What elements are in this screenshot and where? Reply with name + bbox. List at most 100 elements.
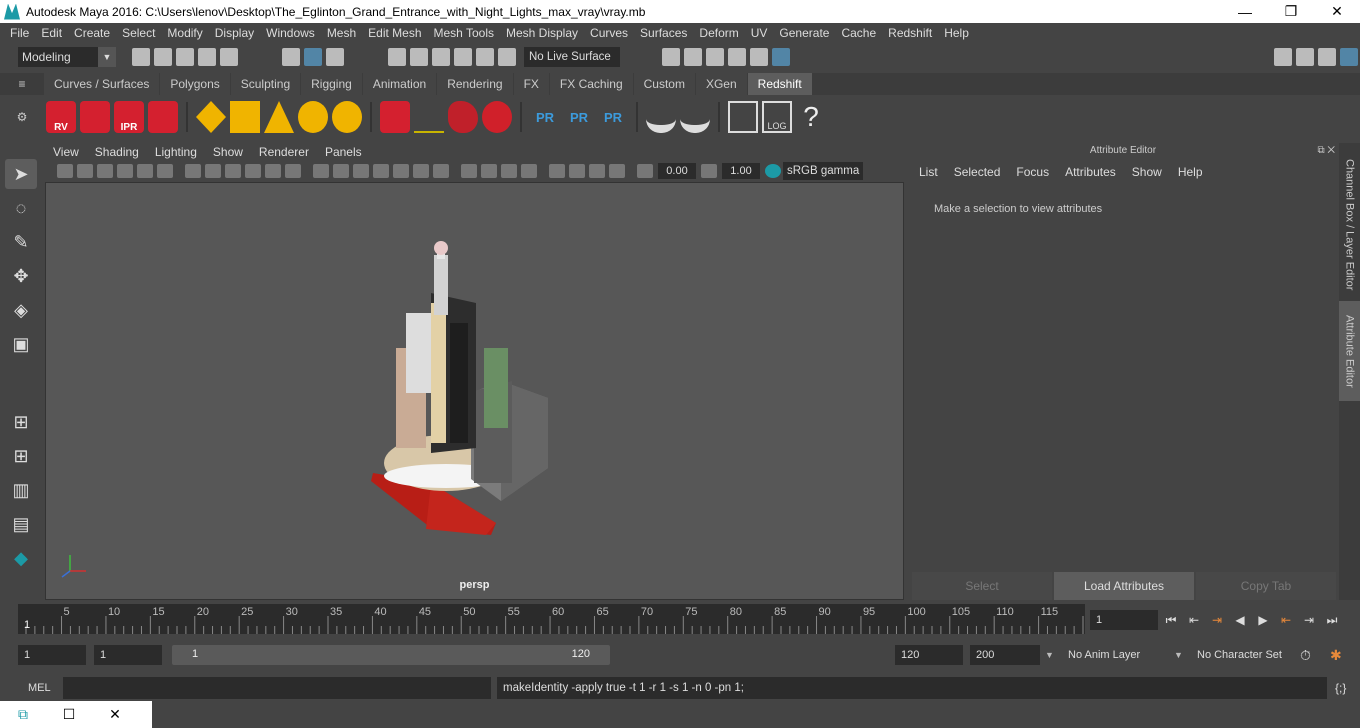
- four-view-icon[interactable]: ⊞: [5, 441, 37, 471]
- viewport-menu-panels[interactable]: Panels: [317, 145, 370, 159]
- menu-modify[interactable]: Modify: [161, 26, 208, 40]
- menu-surfaces[interactable]: Surfaces: [634, 26, 693, 40]
- save-scene-icon[interactable]: [176, 47, 194, 66]
- redshift-sphere-icon[interactable]: [482, 101, 512, 133]
- play-forwards-icon[interactable]: ▶: [1253, 610, 1273, 630]
- step-back-key-icon[interactable]: ⇤: [1184, 610, 1204, 630]
- ipr-render-icon[interactable]: [706, 47, 724, 66]
- menu-mesh[interactable]: Mesh: [321, 26, 362, 40]
- tab-animation[interactable]: Animation: [362, 73, 437, 95]
- shaded-wireframe-icon[interactable]: [353, 164, 369, 178]
- move-tool-icon[interactable]: ✥: [5, 261, 37, 291]
- attr-menu-focus[interactable]: Focus: [1010, 165, 1055, 179]
- paint-select-icon[interactable]: ✎: [5, 227, 37, 257]
- menu-edit-mesh[interactable]: Edit Mesh: [362, 26, 427, 40]
- menu-redshift[interactable]: Redshift: [882, 26, 938, 40]
- step-back-frame-icon[interactable]: ⇥: [1207, 610, 1227, 630]
- menu-edit[interactable]: Edit: [35, 26, 68, 40]
- attr-menu-list[interactable]: List: [913, 165, 944, 179]
- maximize-button[interactable]: ❐: [1268, 0, 1314, 23]
- textured-icon[interactable]: [393, 164, 409, 178]
- menu-windows[interactable]: Windows: [260, 26, 321, 40]
- maximize-window-icon[interactable]: ☐: [46, 706, 92, 723]
- default-material-icon[interactable]: [373, 164, 389, 178]
- menu-file[interactable]: File: [4, 26, 35, 40]
- snap-point-icon[interactable]: [432, 47, 450, 66]
- menu-curves[interactable]: Curves: [584, 26, 634, 40]
- redshift-material-alt-icon[interactable]: [680, 101, 710, 133]
- viewport-menu-view[interactable]: View: [45, 145, 87, 159]
- pr-export-icon[interactable]: PR: [564, 101, 594, 133]
- camera-lock-icon[interactable]: [77, 164, 93, 178]
- tab-rigging[interactable]: Rigging: [301, 73, 362, 95]
- outliner-layout-icon[interactable]: ▤: [5, 509, 37, 539]
- minimize-button[interactable]: —: [1222, 0, 1268, 23]
- viewport-menu-lighting[interactable]: Lighting: [147, 145, 205, 159]
- step-forward-key-icon[interactable]: ⇥: [1299, 610, 1319, 630]
- menu-uv[interactable]: UV: [745, 26, 774, 40]
- attr-menu-selected[interactable]: Selected: [948, 165, 1007, 179]
- anim-layer-dropdown[interactable]: No Anim Layer: [1062, 645, 1162, 665]
- tab-custom[interactable]: Custom: [633, 73, 695, 95]
- gate-mask-icon[interactable]: [245, 164, 261, 178]
- bookmark-icon[interactable]: [97, 164, 113, 178]
- command-language-label[interactable]: MEL: [0, 682, 62, 694]
- tab-rendering[interactable]: Rendering: [437, 73, 513, 95]
- exposure-icon[interactable]: [637, 164, 653, 178]
- redshift-dome-light-icon[interactable]: [298, 101, 328, 133]
- menu-select[interactable]: Select: [116, 26, 161, 40]
- redshift-render-settings-icon[interactable]: [148, 101, 178, 133]
- attr-menu-show[interactable]: Show: [1126, 165, 1168, 179]
- modeling-toolkit-icon[interactable]: [1274, 47, 1292, 66]
- redshift-log-icon[interactable]: LOG: [762, 101, 792, 133]
- time-slider[interactable]: 5 10 15 20 25 30 35 40 45 50 55 60 65 70 75 80 85 90 95 100…: [18, 604, 1085, 634]
- color-space-label[interactable]: sRGB gamma: [783, 162, 864, 180]
- current-frame-field[interactable]: 1: [1090, 610, 1158, 630]
- tab-curves-surfaces[interactable]: Curves / Surfaces: [44, 73, 160, 95]
- select-hierarchy-icon[interactable]: [282, 47, 300, 66]
- playback-end-field[interactable]: 120: [895, 645, 963, 665]
- snap-curve-icon[interactable]: [410, 47, 428, 66]
- tab-fx[interactable]: FX: [513, 73, 549, 95]
- pr-sync-icon[interactable]: PR: [598, 101, 628, 133]
- tab-xgen[interactable]: XGen: [695, 73, 747, 95]
- tool-settings-icon[interactable]: [1318, 47, 1336, 66]
- render-setup-icon[interactable]: [772, 47, 790, 66]
- range-slider[interactable]: 1 120: [172, 645, 610, 665]
- redshift-batch-render-icon[interactable]: [80, 101, 110, 133]
- shelf-settings-icon[interactable]: ⚙: [0, 110, 44, 124]
- step-forward-frame-icon[interactable]: ⇤: [1276, 610, 1296, 630]
- copy-tab-button[interactable]: Copy Tab: [1196, 572, 1336, 600]
- channel-box-toggle-icon[interactable]: [1340, 47, 1358, 66]
- character-set-dropdown[interactable]: No Character Set: [1191, 645, 1291, 665]
- redshift-material-icon[interactable]: [646, 101, 676, 133]
- safe-action-icon[interactable]: [285, 164, 301, 178]
- film-gate-icon[interactable]: [205, 164, 221, 178]
- redshift-script-icon[interactable]: [728, 101, 758, 133]
- script-editor-icon[interactable]: {;}: [1335, 681, 1346, 695]
- go-to-end-icon[interactable]: ⏭: [1322, 610, 1342, 630]
- wireframe-icon[interactable]: [313, 164, 329, 178]
- xray-components-icon[interactable]: [609, 164, 625, 178]
- render-view-icon[interactable]: [662, 47, 680, 66]
- tab-fx-caching[interactable]: FX Caching: [549, 73, 633, 95]
- snap-view-icon[interactable]: [454, 47, 472, 66]
- hypershade-icon[interactable]: [750, 47, 768, 66]
- select-tool-icon[interactable]: ➤: [5, 159, 37, 189]
- shelf-menu-icon[interactable]: ≡: [0, 73, 44, 95]
- camera-select-icon[interactable]: [57, 164, 73, 178]
- redshift-proxy-icon[interactable]: [380, 101, 410, 133]
- attribute-editor-tab[interactable]: Attribute Editor: [1339, 301, 1360, 401]
- menu-mesh-display[interactable]: Mesh Display: [500, 26, 584, 40]
- auto-key-icon[interactable]: ⏱: [1300, 647, 1311, 664]
- rotate-tool-icon[interactable]: ◈: [5, 295, 37, 325]
- persp-viewport[interactable]: persp: [45, 182, 904, 600]
- lasso-tool-icon[interactable]: ◌: [5, 193, 37, 223]
- redshift-ipr-icon[interactable]: IPR: [114, 101, 144, 133]
- render-frame-icon[interactable]: [684, 47, 702, 66]
- select-component-icon[interactable]: [326, 47, 344, 66]
- gamma-icon[interactable]: [701, 164, 717, 178]
- attr-menu-attributes[interactable]: Attributes: [1059, 165, 1122, 179]
- chevron-down-icon[interactable]: ▼: [1045, 650, 1054, 660]
- redshift-render-view-icon[interactable]: RV: [46, 101, 76, 133]
